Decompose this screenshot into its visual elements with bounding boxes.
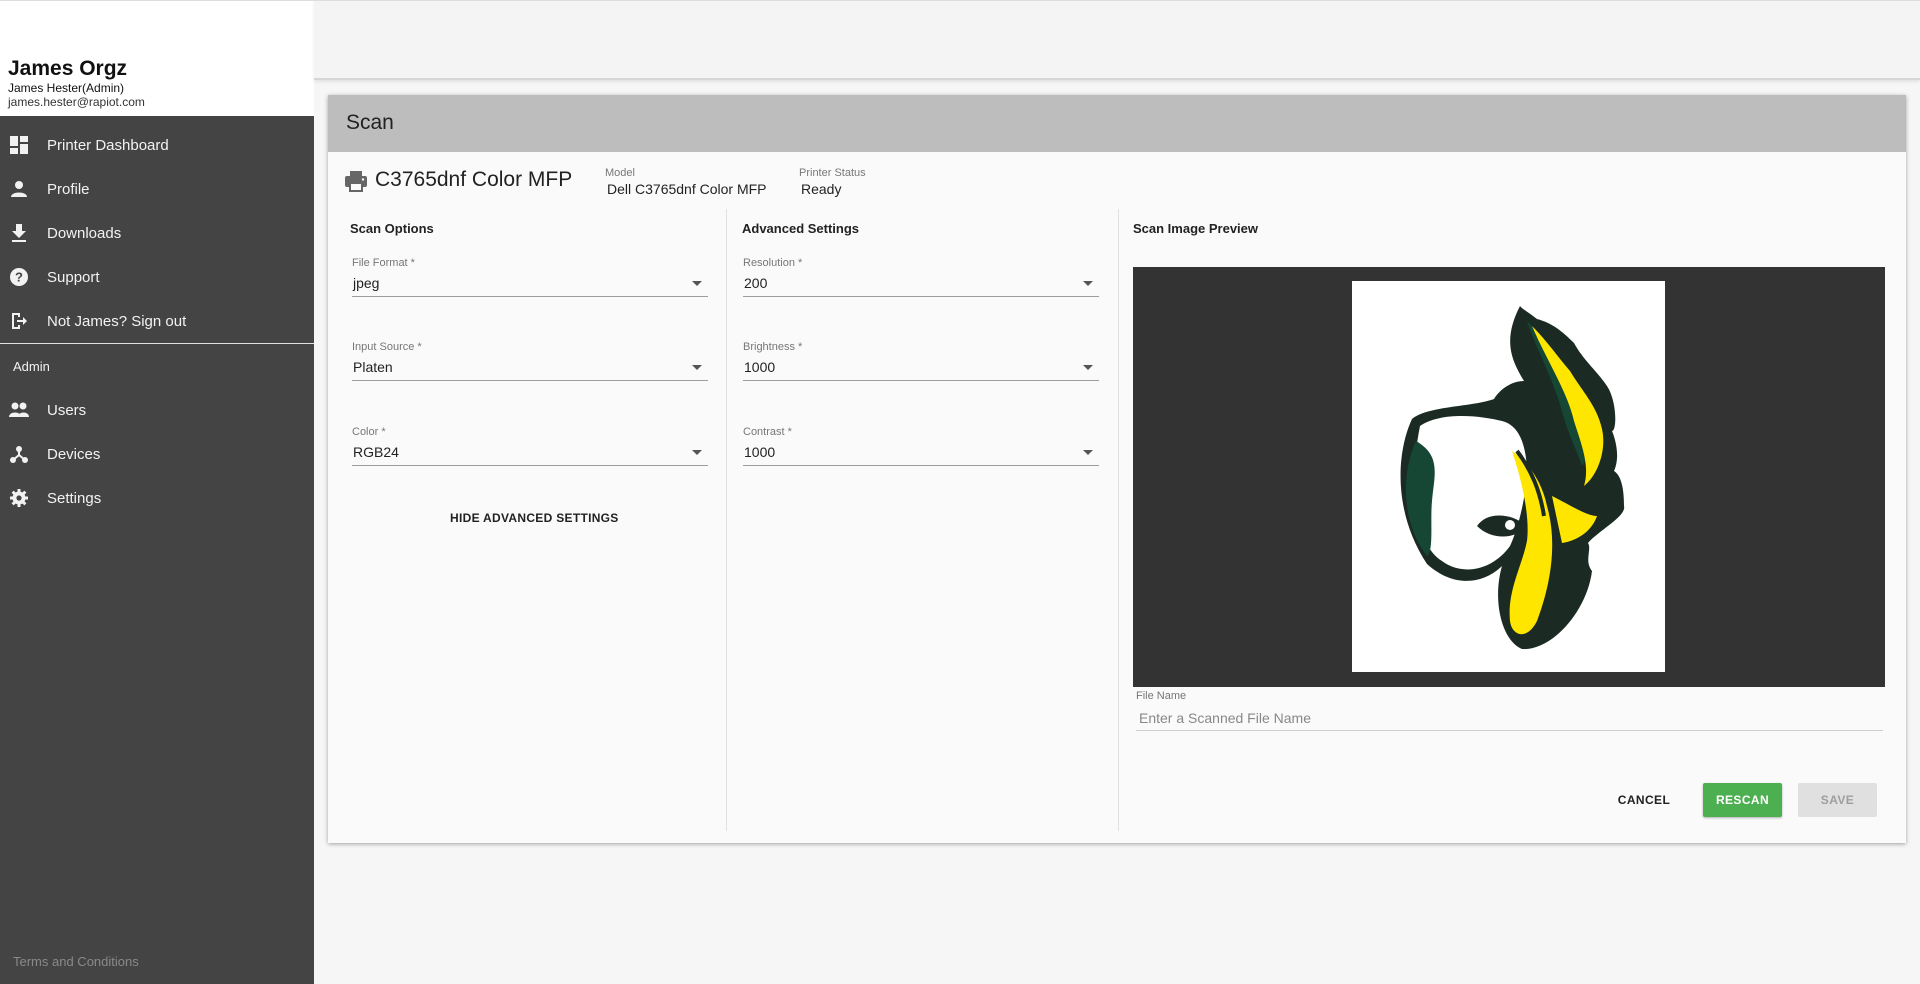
user-name: James Hester	[8, 81, 83, 95]
scan-card: Scan C3765dnf Color MFP Model Dell C3765…	[328, 95, 1906, 843]
sidebar: James Orgz James Hester(Admin) james.hes…	[0, 0, 314, 984]
file-name-label: File Name	[1136, 690, 1187, 702]
column-divider	[1118, 209, 1119, 831]
dropdown-arrow-icon	[692, 281, 702, 286]
dropdown-arrow-icon	[692, 365, 702, 370]
page-title: Scan	[346, 111, 394, 134]
model-label: Model	[605, 167, 635, 179]
field-value: 200	[744, 275, 768, 291]
card-header: Scan	[328, 95, 1906, 152]
nav-label: Profile	[47, 180, 90, 198]
field-value: jpeg	[353, 275, 380, 291]
file-format-select[interactable]: File Format * jpeg	[352, 257, 708, 301]
nav-label: Settings	[47, 489, 102, 507]
field-underline	[743, 380, 1099, 381]
field-label: File Format *	[352, 257, 415, 269]
nav-label: Downloads	[47, 224, 122, 242]
field-value: 1000	[744, 444, 776, 460]
nav-label: Devices	[47, 445, 101, 463]
field-label: Contrast *	[743, 426, 792, 438]
printer-status-label: Printer Status	[799, 167, 866, 179]
dashboard-icon	[9, 135, 29, 155]
field-label: Resolution *	[743, 257, 803, 269]
resolution-select[interactable]: Resolution * 200	[743, 257, 1099, 301]
field-value: RGB24	[353, 444, 399, 460]
nav-item-profile[interactable]: Profile	[0, 167, 314, 211]
field-value: 1000	[744, 359, 776, 375]
help-icon: ?	[9, 267, 29, 287]
dropdown-arrow-icon	[1083, 281, 1093, 286]
nav-item-settings[interactable]: Settings	[0, 476, 314, 520]
dropdown-arrow-icon	[1083, 365, 1093, 370]
field-label: Color *	[352, 426, 386, 438]
nav-item-sign-out[interactable]: Not James? Sign out	[0, 299, 314, 343]
hide-advanced-settings-button[interactable]: HIDE ADVANCED SETTINGS	[450, 511, 619, 525]
rescan-button[interactable]: RESCAN	[1703, 783, 1782, 817]
field-label: Brightness *	[743, 341, 803, 353]
cancel-button[interactable]: CANCEL	[1610, 783, 1678, 817]
contrast-select[interactable]: Contrast * 1000	[743, 426, 1099, 470]
user-email: james.hester@rapiot.com	[8, 95, 145, 109]
people-icon	[9, 400, 29, 420]
svg-text:?: ?	[15, 270, 23, 285]
column-divider	[726, 209, 727, 831]
field-underline	[743, 465, 1099, 466]
scan-options-title: Scan Options	[350, 221, 434, 236]
organization-name: James Orgz	[8, 57, 128, 80]
nav-label: Users	[47, 401, 87, 419]
nav-item-printer-dashboard[interactable]: Printer Dashboard	[0, 123, 314, 167]
user-info: James Orgz James Hester(Admin) james.hes…	[0, 0, 314, 116]
field-underline	[352, 465, 708, 466]
download-icon	[9, 223, 29, 243]
scan-preview-title: Scan Image Preview	[1133, 221, 1259, 236]
nav-item-downloads[interactable]: Downloads	[0, 211, 314, 255]
nav-label: Not James? Sign out	[47, 312, 187, 330]
terms-link[interactable]: Terms and Conditions	[13, 954, 139, 969]
logout-icon	[9, 311, 29, 331]
top-bar	[314, 0, 1920, 80]
file-name-input[interactable]	[1136, 705, 1883, 731]
user-name-line: James Hester(Admin)	[8, 81, 124, 95]
printer-icon	[344, 169, 368, 193]
dropdown-arrow-icon	[692, 450, 702, 455]
nav-item-support[interactable]: ? Support	[0, 255, 314, 299]
brightness-select[interactable]: Brightness * 1000	[743, 341, 1099, 385]
scanned-page-image	[1352, 281, 1665, 672]
admin-section-title: Admin	[13, 359, 50, 374]
nav-label: Printer Dashboard	[47, 136, 169, 154]
dropdown-arrow-icon	[1083, 450, 1093, 455]
field-value: Platen	[353, 359, 393, 375]
color-select[interactable]: Color * RGB24	[352, 426, 708, 470]
scan-preview-area	[1133, 267, 1885, 687]
field-label: Input Source *	[352, 341, 422, 353]
duck-mascot-logo	[1400, 306, 1625, 650]
model-value: Dell C3765dnf Color MFP	[607, 181, 767, 197]
field-underline	[743, 296, 1099, 297]
field-underline	[352, 380, 708, 381]
nav-divider	[0, 343, 314, 344]
printer-name: C3765dnf Color MFP	[375, 168, 573, 191]
save-button[interactable]: SAVE	[1798, 783, 1877, 817]
user-role: (Admin)	[82, 81, 125, 95]
nav-item-devices[interactable]: Devices	[0, 432, 314, 476]
advanced-settings-title: Advanced Settings	[742, 221, 860, 236]
nav-item-users[interactable]: Users	[0, 388, 314, 432]
nav-label: Support	[47, 268, 100, 286]
printer-status-value: Ready	[801, 181, 842, 197]
devices-icon	[9, 444, 29, 464]
input-source-select[interactable]: Input Source * Platen	[352, 341, 708, 385]
gear-icon	[9, 488, 29, 508]
person-icon	[9, 179, 29, 199]
field-underline	[352, 296, 708, 297]
